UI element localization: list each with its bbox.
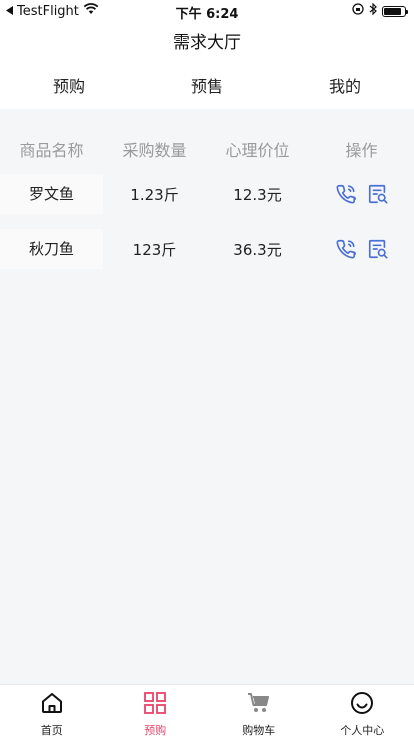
purchase-quantity: 123斤 [132, 240, 177, 259]
column-header-actions: 操作 [345, 141, 378, 160]
nav-presale-purchase[interactable]: 预购 [104, 685, 208, 736]
tab-presale[interactable]: 预售 [138, 66, 276, 109]
row-actions [309, 182, 414, 206]
phone-call-icon[interactable] [334, 182, 358, 206]
column-header-name: 商品名称 [19, 141, 84, 160]
table-row: 罗文鱼 1.23斤 12.3元 [0, 174, 414, 214]
column-header-price: 心理价位 [225, 141, 290, 160]
tab-bar: 预购 预售 我的 [0, 66, 414, 109]
product-name: 秋刀鱼 [0, 229, 103, 269]
grid-icon [143, 691, 167, 719]
status-bar: TestFlight 下午 6:24 [0, 0, 414, 22]
nav-profile-label: 个人中心 [340, 724, 385, 736]
home-icon [40, 691, 64, 719]
search-document-icon[interactable] [366, 237, 390, 261]
smile-icon [350, 691, 374, 719]
nav-home[interactable]: 首页 [0, 685, 104, 736]
nav-cart[interactable]: 购物车 [207, 685, 311, 736]
battery-icon [382, 5, 408, 17]
column-header-quantity: 采购数量 [122, 141, 187, 160]
page-title: 需求大厅 [0, 22, 414, 66]
nav-presale-purchase-label: 预购 [144, 724, 167, 736]
phone-call-icon[interactable] [334, 237, 358, 261]
row-actions [309, 237, 414, 261]
tab-mine[interactable]: 我的 [276, 66, 414, 109]
table-header: 商品名称 采购数量 心理价位 操作 [0, 132, 414, 166]
purchase-quantity: 1.23斤 [130, 185, 179, 204]
product-name: 罗文鱼 [0, 174, 103, 214]
demand-table: 商品名称 采购数量 心理价位 操作 罗文鱼 1.23斤 12.3元 秋刀鱼 12… [0, 132, 414, 284]
orientation-lock-icon [352, 3, 364, 19]
expected-price: 12.3元 [233, 185, 282, 204]
search-document-icon[interactable] [366, 182, 390, 206]
nav-home-label: 首页 [40, 724, 63, 736]
nav-profile[interactable]: 个人中心 [311, 685, 414, 736]
cart-icon [247, 691, 271, 719]
table-row: 秋刀鱼 123斤 36.3元 [0, 229, 414, 269]
expected-price: 36.3元 [233, 240, 282, 259]
tab-presale-purchase[interactable]: 预购 [0, 66, 138, 109]
bluetooth-icon [369, 2, 377, 19]
nav-cart-label: 购物车 [242, 724, 276, 736]
bottom-nav: 首页 预购 购物车 个人中心 [0, 684, 414, 736]
